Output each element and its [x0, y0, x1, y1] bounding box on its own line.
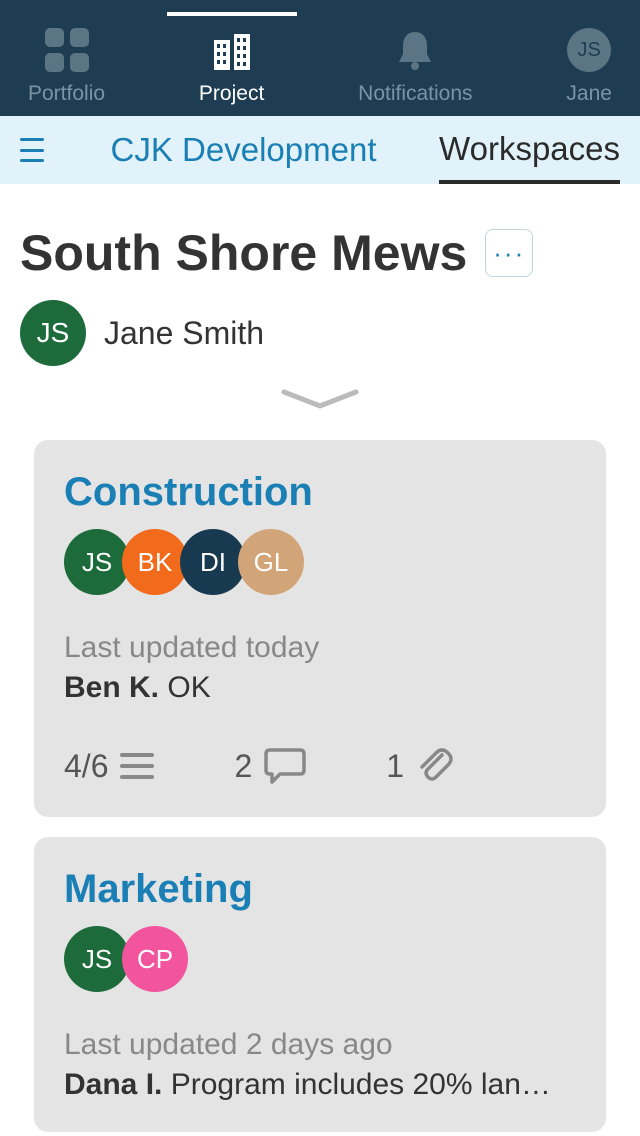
last-text: OK	[167, 671, 210, 704]
tasks-icon	[120, 753, 154, 779]
project-owner[interactable]: JS Jane Smith	[20, 300, 620, 366]
last-author: Ben K.	[64, 671, 159, 704]
member-avatar: DI	[180, 529, 246, 595]
workspace-stats: 4/6 2 1	[64, 745, 576, 787]
attachments-stat: 1	[386, 745, 454, 787]
workspace-card[interactable]: Construction JS BK DI GL Last updated to…	[34, 440, 606, 817]
user-avatar-icon: JS	[567, 28, 611, 72]
workspace-title: Construction	[64, 470, 576, 515]
collapse-toggle[interactable]	[0, 388, 640, 410]
menu-icon[interactable]	[20, 138, 48, 162]
last-message: Ben K. OK	[64, 671, 576, 705]
member-avatar: JS	[64, 926, 130, 992]
workspace-card[interactable]: Marketing JS CP Last updated 2 days ago …	[34, 837, 606, 1132]
sub-nav: CJK Development Workspaces	[0, 116, 640, 184]
last-message: Dana I. Program includes 20% lan…	[64, 1068, 576, 1102]
comments-stat: 2	[234, 746, 306, 786]
member-avatar: GL	[238, 529, 304, 595]
owner-avatar: JS	[20, 300, 86, 366]
nav-notifications[interactable]: Notifications	[358, 26, 472, 106]
tasks-stat: 4/6	[64, 748, 154, 785]
attachment-icon	[416, 745, 454, 787]
member-avatar: CP	[122, 926, 188, 992]
workspace-title: Marketing	[64, 867, 576, 912]
owner-name: Jane Smith	[104, 315, 264, 352]
nav-portfolio[interactable]: Portfolio	[28, 26, 105, 106]
workspace-list: Construction JS BK DI GL Last updated to…	[0, 440, 640, 1132]
nav-project[interactable]: Project	[199, 26, 264, 106]
nav-user[interactable]: JS Jane	[566, 26, 612, 106]
member-avatar: BK	[122, 529, 188, 595]
last-updated: Last updated 2 days ago	[64, 1028, 576, 1062]
last-updated: Last updated today	[64, 631, 576, 665]
more-button[interactable]: ···	[485, 229, 533, 277]
project-header: South Shore Mews ··· JS Jane Smith	[0, 184, 640, 366]
top-nav: Portfolio Project Notifications	[0, 0, 640, 116]
member-avatars: JS BK DI GL	[64, 529, 576, 595]
last-text: Program includes 20% lan…	[171, 1068, 551, 1101]
nav-label: Notifications	[358, 82, 472, 106]
nav-label: Jane	[566, 82, 612, 106]
member-avatars: JS CP	[64, 926, 576, 992]
chevron-down-icon	[280, 388, 360, 410]
nav-label: Project	[199, 82, 264, 106]
portfolio-icon	[45, 28, 89, 72]
tab-workspaces[interactable]: Workspaces	[439, 116, 620, 184]
project-title: South Shore Mews	[20, 224, 467, 282]
member-avatar: JS	[64, 529, 130, 595]
bell-icon	[395, 26, 435, 74]
last-author: Dana I.	[64, 1068, 162, 1101]
comment-icon	[264, 746, 306, 786]
buildings-icon	[208, 26, 256, 74]
org-title[interactable]: CJK Development	[48, 131, 439, 169]
nav-label: Portfolio	[28, 82, 105, 106]
